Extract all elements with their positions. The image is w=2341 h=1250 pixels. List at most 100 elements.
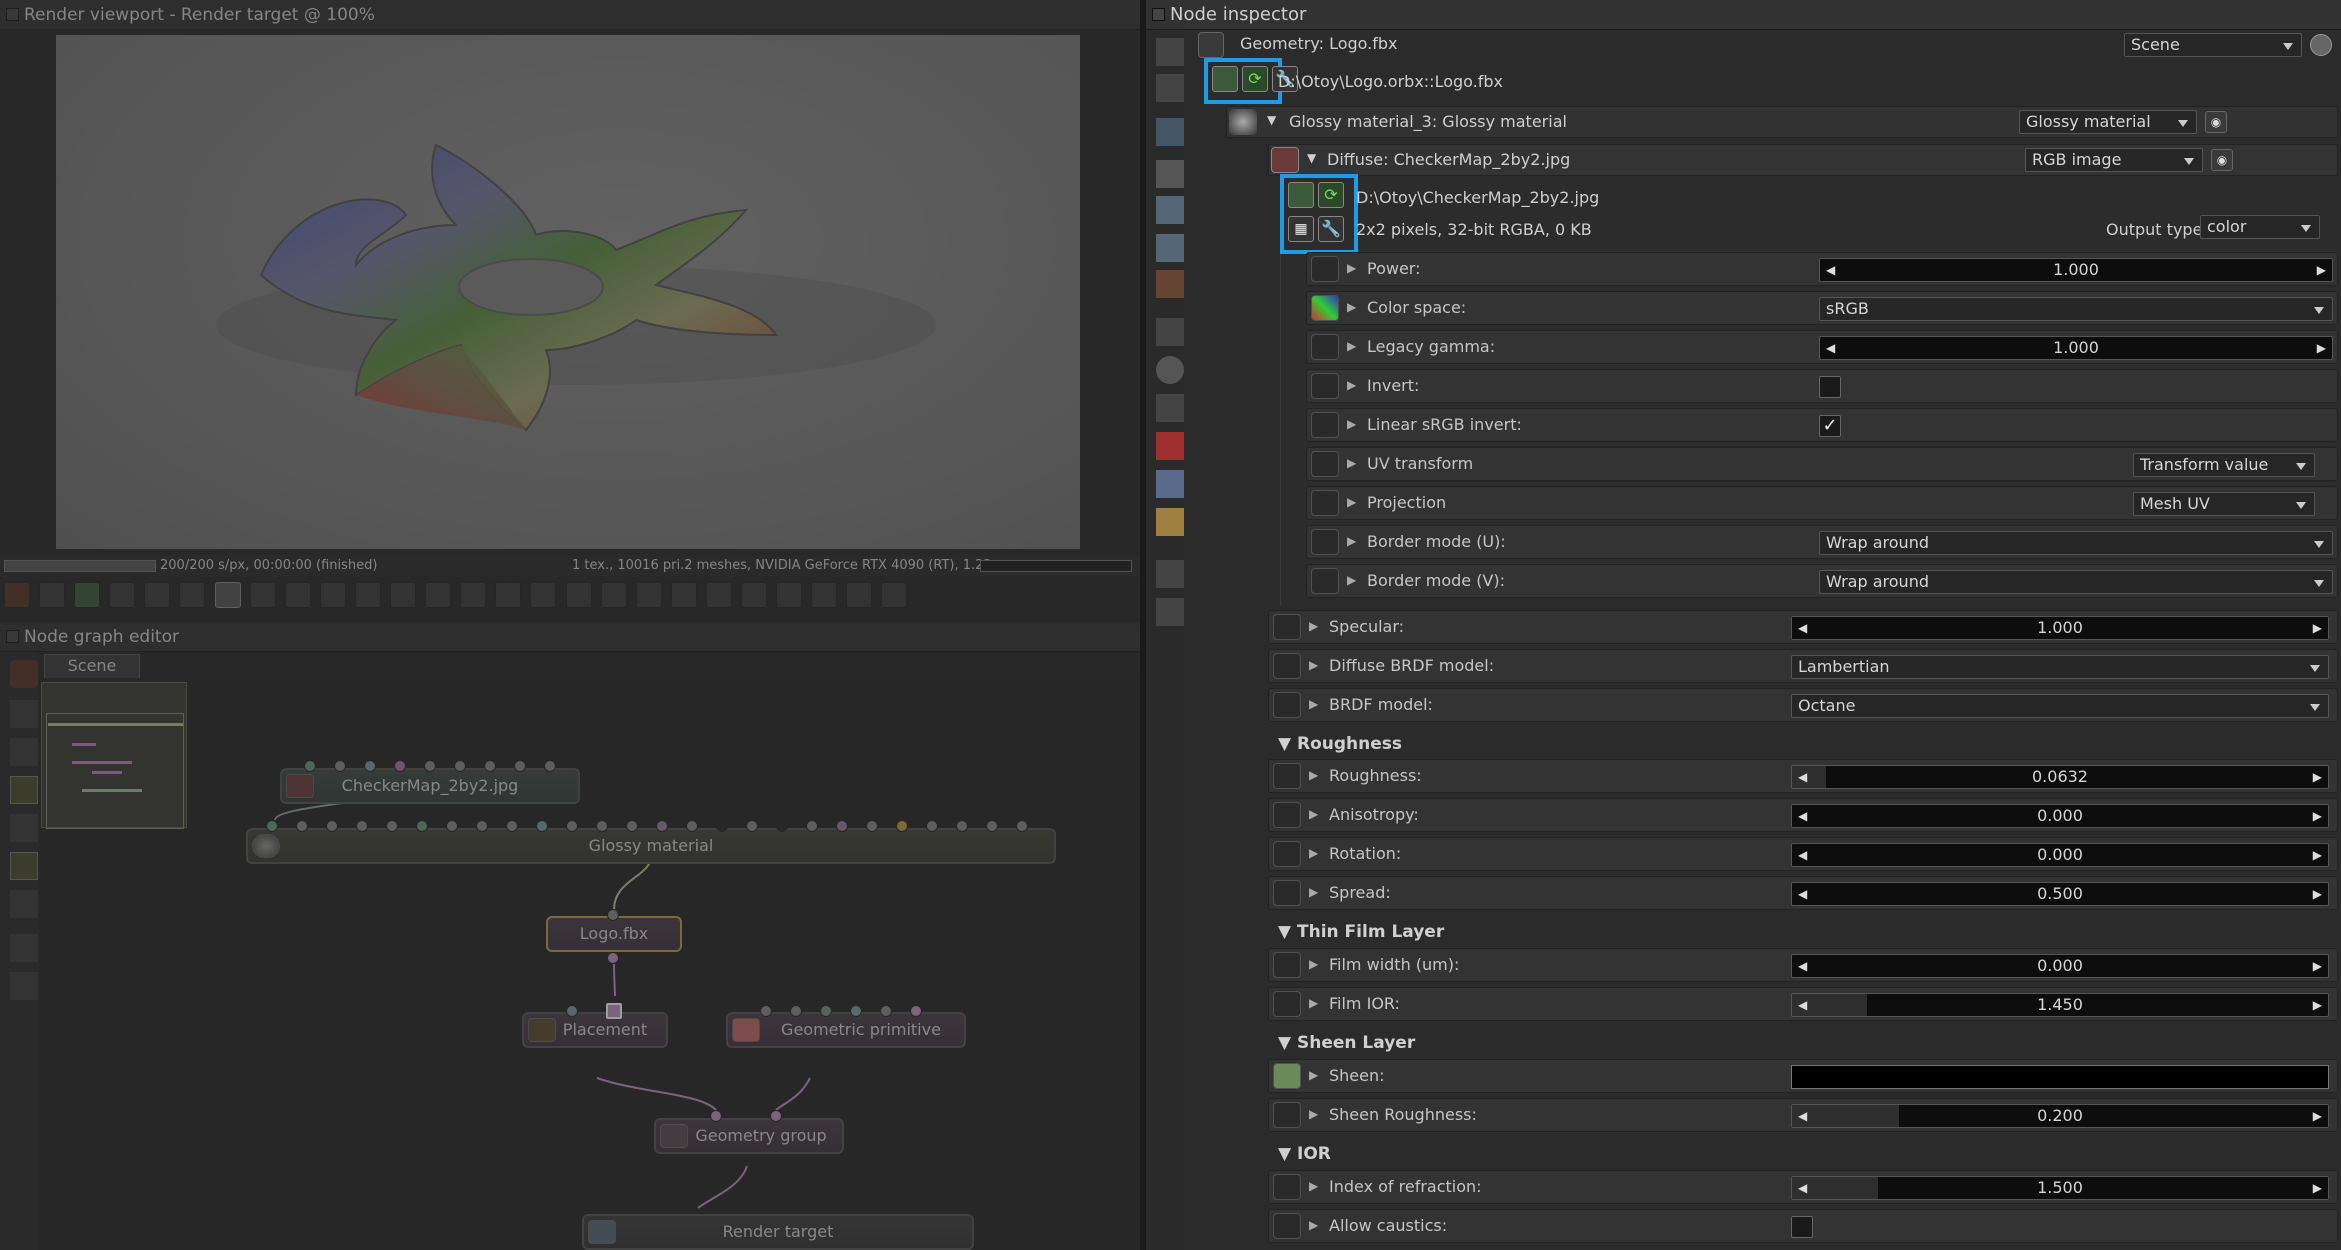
node-list-icon[interactable] [10, 934, 38, 962]
diffuse-brdf-dropdown[interactable]: Lambertian [1791, 655, 2329, 679]
param-rotation[interactable]: ▶ Rotation: ◀ 0.000 ▶ [1268, 837, 2338, 871]
node-placement[interactable]: Placement [522, 1012, 668, 1048]
brush-icon[interactable] [10, 890, 38, 918]
database-sync-icon[interactable] [1156, 234, 1184, 262]
allow-caustics-checkbox[interactable] [1791, 1216, 1813, 1238]
param-sheen-roughness[interactable]: ▶ Sheen Roughness: ◀ 0.200 ▶ [1268, 1098, 2338, 1132]
pause-icon[interactable] [179, 582, 206, 608]
clock-icon[interactable] [1156, 356, 1184, 384]
render-layer-icon[interactable] [565, 582, 592, 608]
sheen-roughness-slider[interactable]: ◀ 0.200 ▶ [1791, 1104, 2329, 1128]
color-space-dropdown[interactable]: sRGB [1819, 297, 2333, 321]
param-index-of-refraction[interactable]: ▶ Index of refraction: ◀ 1.500 ▶ [1268, 1170, 2338, 1204]
texture-type-dropdown[interactable]: RGB image [2025, 148, 2203, 172]
grid-icon[interactable] [811, 582, 838, 608]
save-image-icon[interactable] [740, 582, 767, 608]
geometry-reload-button[interactable] [1212, 66, 1238, 92]
scene-tab[interactable]: Scene [44, 654, 140, 678]
rotation-slider[interactable]: ◀ 0.000 ▶ [1791, 843, 2329, 867]
output-type-dropdown[interactable]: color [2200, 215, 2320, 239]
lightning-icon[interactable] [249, 582, 276, 608]
export-icon[interactable] [776, 582, 803, 608]
section-thin-film[interactable]: ▼ Thin Film Layer [1278, 922, 1444, 942]
param-legacy-gamma[interactable]: ▶ Legacy gamma: ◀ 1.000 ▶ [1306, 330, 2338, 364]
sub-sample-icon[interactable] [600, 582, 627, 608]
param-power[interactable]: ▶ Power: ◀ 1.000 ▶ [1306, 252, 2338, 286]
image-icon[interactable] [1156, 118, 1184, 146]
roughness-slider[interactable]: ◀ 0.0632 ▶ [1791, 765, 2329, 789]
material-eye-icon[interactable]: ◉ [2205, 111, 2227, 133]
spread-slider[interactable]: ◀ 0.500 ▶ [1791, 882, 2329, 906]
scene-dropdown[interactable]: Scene [2124, 33, 2302, 57]
material-picker-icon[interactable] [425, 582, 452, 608]
af-icon[interactable] [319, 582, 346, 608]
node-geometric-primitive[interactable]: Geometric primitive [726, 1012, 966, 1048]
node-checkermap[interactable]: CheckerMap_2by2.jpg [280, 768, 580, 804]
stop-icon[interactable] [109, 582, 136, 608]
geometry-refresh-button[interactable]: ⟳ [1242, 66, 1268, 92]
film-width-slider[interactable]: ◀ 0.000 ▶ [1791, 954, 2329, 978]
power-slider[interactable]: ◀ 1.000 ▶ [1819, 258, 2333, 282]
layers-icon[interactable] [1156, 74, 1184, 102]
material-header-row[interactable]: ▼ Glossy material_3: Glossy material Glo… [1226, 106, 2338, 138]
param-border-mode-v[interactable]: ▶ Border mode (V): Wrap around [1306, 564, 2338, 598]
param-anisotropy[interactable]: ▶ Anisotropy: ◀ 0.000 ▶ [1268, 798, 2338, 832]
focus-picker-icon[interactable] [460, 582, 487, 608]
ior-slider[interactable]: ◀ 1.500 ▶ [1791, 1176, 2329, 1200]
panel-toggle-icon[interactable] [6, 8, 19, 21]
color-cube-icon[interactable] [74, 582, 101, 608]
node-geometry-group[interactable]: Geometry group [654, 1118, 844, 1154]
gold-cube-icon[interactable] [1156, 508, 1184, 536]
history-icon[interactable] [2310, 34, 2332, 56]
red-cube-icon[interactable] [1156, 432, 1184, 460]
settings-icon[interactable] [4, 582, 30, 608]
uv-transform-dropdown[interactable]: Transform value [2133, 453, 2315, 477]
param-diffuse-brdf[interactable]: ▶ Diffuse BRDF model: Lambertian [1268, 649, 2338, 683]
lock-icon[interactable] [635, 582, 662, 608]
param-invert[interactable]: ▶ Invert: [1306, 369, 2338, 403]
logo-input-pin[interactable] [607, 909, 619, 921]
panel-toggle-icon[interactable] [1152, 8, 1165, 21]
param-sheen[interactable]: ▶ Sheen: [1268, 1059, 2338, 1093]
node-settings-icon[interactable] [10, 660, 38, 688]
param-border-mode-u[interactable]: ▶ Border mode (U): Wrap around [1306, 525, 2338, 559]
material-ball-icon[interactable] [1156, 270, 1184, 298]
graph-icon[interactable] [10, 776, 38, 804]
image-film-button[interactable]: ▦ [1288, 216, 1314, 242]
image-reload-button[interactable] [1288, 182, 1314, 208]
nodes-icon[interactable] [1156, 38, 1184, 66]
render-canvas[interactable] [56, 35, 1080, 549]
gizmo-icon[interactable] [670, 582, 697, 608]
restart-icon[interactable] [144, 582, 171, 608]
camera-target-icon[interactable] [495, 582, 522, 608]
material-type-dropdown[interactable]: Glossy material [2019, 110, 2197, 134]
diffuse-eye-icon[interactable]: ◉ [2211, 149, 2233, 171]
blue-cube-icon[interactable] [1156, 470, 1184, 498]
material-icon[interactable] [10, 814, 38, 842]
node-render-target[interactable]: Render target [582, 1214, 974, 1250]
arrange-icon[interactable] [10, 700, 38, 728]
lock-view-icon[interactable] [846, 582, 873, 608]
param-allow-caustics[interactable]: ▶ Allow caustics: [1268, 1209, 2338, 1243]
section-ior[interactable]: ▼ IOR [1278, 1144, 1331, 1164]
cube-icon[interactable] [881, 582, 908, 608]
param-spread[interactable]: ▶ Spread: ◀ 0.500 ▶ [1268, 876, 2338, 910]
table-icon[interactable] [10, 972, 38, 1000]
texture-icon[interactable] [10, 852, 38, 880]
uv-icon[interactable] [1156, 394, 1184, 422]
invert-checkbox[interactable] [1819, 376, 1841, 398]
clay-mode-icon[interactable] [530, 582, 557, 608]
node-glossy-material[interactable]: Glossy material [246, 828, 1056, 864]
color-wheel-icon[interactable] [354, 582, 381, 608]
node-graph-canvas[interactable]: CheckerMap_2by2.jpg Glossy material Logo… [40, 678, 1140, 1250]
param-color-space[interactable]: ▶ Color space: sRGB [1306, 291, 2338, 325]
database-icon[interactable] [1156, 196, 1184, 224]
panel-toggle-icon[interactable] [6, 630, 19, 643]
linear-srgb-invert-checkbox[interactable]: ✓ [1819, 415, 1841, 437]
param-brdf-model[interactable]: ▶ BRDF model: Octane [1268, 688, 2338, 722]
play-icon[interactable] [214, 582, 241, 608]
brdf-model-dropdown[interactable]: Octane [1791, 694, 2329, 718]
projection-dropdown[interactable]: Mesh UV [2133, 492, 2315, 516]
region-render-icon[interactable] [39, 582, 66, 608]
diffuse-header-row[interactable]: ▼ Diffuse: CheckerMap_2by2.jpg RGB image… [1268, 144, 2338, 176]
